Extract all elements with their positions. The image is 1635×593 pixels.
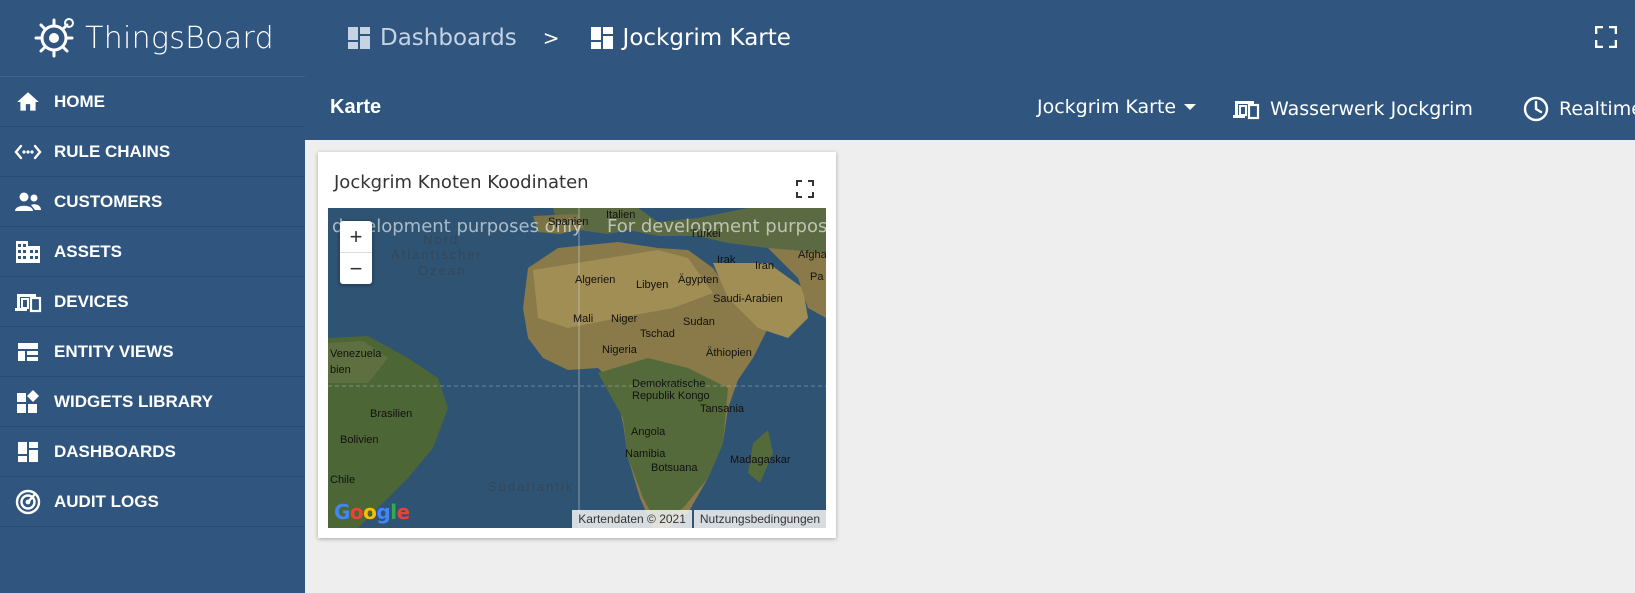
sidebar-item-label: ENTITY VIEWS — [54, 341, 174, 361]
map-label-demokratische: Demokratische — [632, 378, 706, 390]
sidebar-item-label: ASSETS — [54, 241, 123, 261]
map-label-nord: Nord — [423, 232, 460, 247]
map-label-angola: Angola — [631, 426, 666, 438]
timewindow-button[interactable]: Realtime — [1523, 96, 1635, 122]
map-label-kongo: Republik Kongo — [632, 390, 710, 402]
map-label-agypten: Ägypten — [678, 274, 719, 286]
map-label-turkei: Türkei — [690, 228, 721, 240]
map-label-niger: Niger — [611, 313, 638, 325]
map-label-afgha: Afgha — [798, 249, 826, 261]
home-icon — [14, 88, 42, 116]
sidebar-item-home[interactable]: HOME — [0, 77, 305, 127]
clock-icon — [1523, 96, 1549, 122]
breadcrumb-current: Jockgrim Karte — [622, 25, 791, 51]
map-label-madagaskar: Madagaskar — [730, 454, 791, 466]
map-label-chile: Chile — [330, 474, 356, 486]
dashboards-icon — [14, 438, 42, 466]
app-logo[interactable]: ThingsBoard — [0, 0, 305, 77]
breadcrumb-parent[interactable]: Dashboards — [347, 25, 517, 51]
map-label-saudi: Saudi-Arabien — [713, 293, 783, 305]
sidebar-item-assets[interactable]: ASSETS — [0, 227, 305, 277]
sidebar-item-devices[interactable]: DEVICES — [0, 277, 305, 327]
map-data-attribution: Kartendaten © 2021 — [572, 510, 692, 528]
google-map[interactable]: development purposes only For developmen… — [328, 208, 826, 528]
sidebar-item-label: DEVICES — [54, 291, 129, 311]
rule-chains-icon — [14, 138, 42, 166]
entity-alias-select[interactable]: Wasserwerk Jockgrim — [1232, 96, 1473, 122]
map-label-nigeria: Nigeria — [602, 344, 637, 356]
state-select[interactable]: Jockgrim Karte — [1037, 96, 1198, 118]
map-label-athiopien: Äthiopien — [706, 347, 752, 359]
audit-logs-icon — [14, 488, 42, 516]
map-label-namibia: Namibia — [625, 448, 666, 460]
map-widget: Jockgrim Knoten Koodinaten development p… — [318, 152, 836, 538]
map-label-tansania: Tansania — [700, 403, 745, 415]
zoom-out-button[interactable]: − — [340, 252, 372, 284]
map-terms-link[interactable]: Nutzungsbedingungen — [693, 510, 826, 528]
map-label-mali: Mali — [573, 313, 594, 325]
fullscreen-icon[interactable] — [1595, 26, 1617, 48]
customers-icon — [14, 188, 42, 216]
map-label-italien: Italien — [606, 209, 636, 221]
map-label-venezuela: Venezuela — [330, 348, 382, 360]
map-label-algerien: Algerien — [575, 274, 616, 286]
app-name: ThingsBoard — [85, 20, 274, 56]
map-label-pa: Pa — [810, 271, 824, 283]
entity-alias-value: Wasserwerk Jockgrim — [1270, 98, 1473, 120]
sidebar-item-rule-chains[interactable]: RULE CHAINS — [0, 127, 305, 177]
widget-title: Jockgrim Knoten Koodinaten — [334, 172, 589, 193]
sidebar-item-label: RULE CHAINS — [54, 141, 171, 161]
map-label-botsuana: Botsuana — [651, 462, 698, 474]
sidebar-item-label: CUSTOMERS — [54, 191, 163, 211]
map-label-ozean: Ozean — [418, 263, 467, 278]
map-label-brasilien: Brasilien — [370, 408, 413, 420]
map-label-sudan: Sudan — [683, 316, 715, 328]
sidebar-item-audit-logs[interactable]: AUDIT LOGS — [0, 477, 305, 527]
sidebar-item-widgets-library[interactable]: WIDGETS LIBRARY — [0, 377, 305, 427]
thingsboard-logo-icon — [34, 18, 75, 58]
sidebar-item-label: AUDIT LOGS — [54, 491, 159, 511]
devices-icon — [14, 288, 42, 316]
sidebar-item-label: DASHBOARDS — [54, 441, 176, 461]
dashboard-state-title: Karte — [330, 96, 382, 118]
assets-icon — [14, 238, 42, 266]
entity-views-icon — [14, 338, 42, 366]
sidebar-item-label: HOME — [54, 91, 105, 111]
top-bar: Dashboards > Jockgrim Karte — [305, 0, 1635, 76]
breadcrumb: Dashboards > Jockgrim Karte — [347, 25, 791, 51]
widgets-library-icon — [14, 388, 42, 416]
map-label-spanien: Spanien — [548, 216, 589, 228]
devices-icon — [1233, 101, 1260, 120]
map-label-bien: bien — [330, 364, 351, 376]
map-label-bolivien: Bolivien — [340, 434, 379, 446]
sidebar-item-entity-views[interactable]: ENTITY VIEWS — [0, 327, 305, 377]
sidebar: ThingsBoard HOME RULE CHAINS CUSTOMERS A… — [0, 0, 305, 593]
arrow-drop-down-icon — [1184, 104, 1197, 110]
map-label-libyen: Libyen — [636, 279, 669, 291]
zoom-in-button[interactable]: + — [340, 221, 372, 252]
google-logo: Google — [334, 500, 410, 524]
dashboards-icon — [348, 27, 370, 49]
dashboard-icon — [590, 27, 613, 49]
map-attribution: Kartendaten © 2021 Nutzungsbedingungen — [572, 510, 826, 528]
fullscreen-icon[interactable] — [796, 180, 814, 198]
timewindow-value: Realtime — [1559, 98, 1635, 120]
map-label-atlantischer: Atlantischer — [391, 247, 483, 262]
map-label-sudatlantik: Südatlantik — [488, 479, 575, 494]
zoom-control: + − — [340, 221, 372, 284]
map-label-tschad: Tschad — [640, 328, 675, 340]
map-label-iran: Iran — [755, 260, 774, 272]
sidebar-item-customers[interactable]: CUSTOMERS — [0, 177, 305, 227]
breadcrumb-separator: > — [542, 26, 560, 50]
map-label-irak: Irak — [717, 254, 736, 266]
breadcrumb-parent-label: Dashboards — [380, 25, 517, 51]
dashboard-toolbar: Karte Jockgrim Karte Wasserwerk Jockgrim… — [305, 76, 1635, 140]
sidebar-item-dashboards[interactable]: DASHBOARDS — [0, 427, 305, 477]
sidebar-item-label: WIDGETS LIBRARY — [54, 391, 213, 411]
state-select-value: Jockgrim Karte — [1037, 96, 1177, 118]
